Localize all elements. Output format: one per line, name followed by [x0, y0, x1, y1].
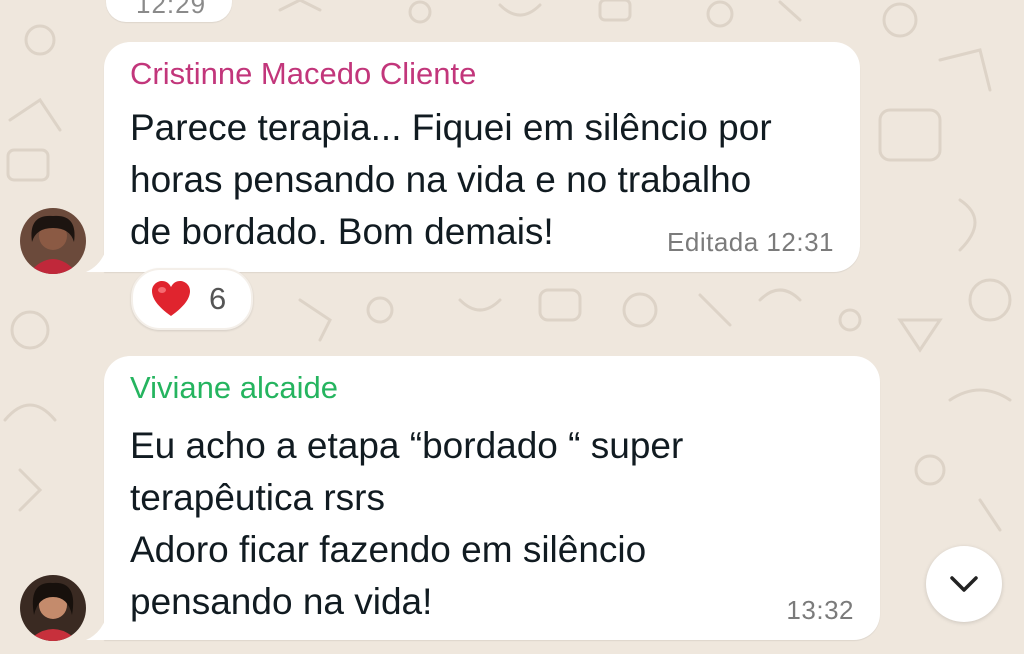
bubble-tail	[86, 250, 106, 272]
avatar-photo-icon	[20, 208, 86, 274]
bubble-tail	[86, 618, 106, 640]
message-text[interactable]: Eu acho a etapa “bordado “ super terapêu…	[130, 420, 683, 628]
avatar-photo-icon	[20, 575, 86, 641]
message-line: Parece terapia... Fiquei em silêncio por	[130, 107, 772, 148]
sender-name[interactable]: Viviane alcaide	[130, 370, 338, 406]
reaction-count: 6	[209, 281, 227, 316]
avatar[interactable]	[20, 208, 86, 274]
scroll-to-bottom-button[interactable]	[926, 546, 1002, 622]
message-meta: 13:32	[786, 595, 854, 625]
previous-message-bubble: 12:29	[106, 0, 232, 22]
message-line: terapêutica rsrs	[130, 477, 385, 518]
reaction-badge[interactable]: 6	[131, 268, 253, 330]
message-meta: Editada 12:31	[667, 227, 834, 257]
heart-icon	[152, 281, 190, 316]
message-line: Eu acho a etapa “bordado “ super	[130, 425, 684, 466]
avatar[interactable]	[20, 575, 86, 641]
message-line: pensando na vida!	[130, 581, 433, 622]
message-bubble[interactable]: Cristinne Macedo Cliente Parece terapia.…	[86, 42, 860, 272]
message-bubble[interactable]: Viviane alcaide Eu acho a etapa “bordado…	[86, 356, 880, 640]
previous-message-time: 12:29	[136, 0, 207, 19]
message-line: horas pensando na vida e no trabalho	[130, 159, 752, 200]
chevron-down-icon	[950, 576, 978, 592]
sender-name[interactable]: Cristinne Macedo Cliente	[130, 56, 476, 92]
message-line: Adoro ficar fazendo em silêncio	[130, 529, 647, 570]
